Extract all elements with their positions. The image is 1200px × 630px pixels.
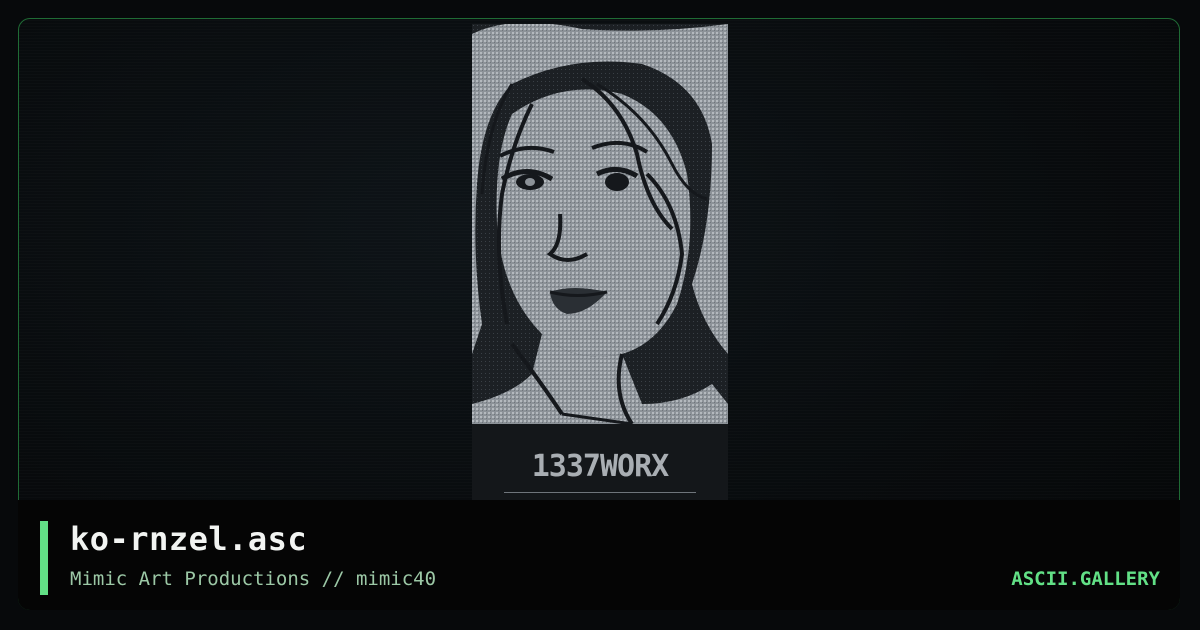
caption-bar: ko-rnzel.asc Mimic Art Productions // mi… <box>0 500 1200 630</box>
artwork-credit[interactable]: Mimic Art Productions // mimic40 <box>70 568 436 590</box>
artwork-filename[interactable]: ko-rnzel.asc <box>70 520 307 558</box>
ascii-art-preview[interactable]: 1337WORX <box>472 24 728 500</box>
accent-bar <box>40 521 48 595</box>
site-brand[interactable]: ASCII.GALLERY <box>1011 568 1160 590</box>
signature-logo: 1337WORX <box>532 449 669 484</box>
ascii-portrait-image: 1337WORX <box>472 24 728 500</box>
